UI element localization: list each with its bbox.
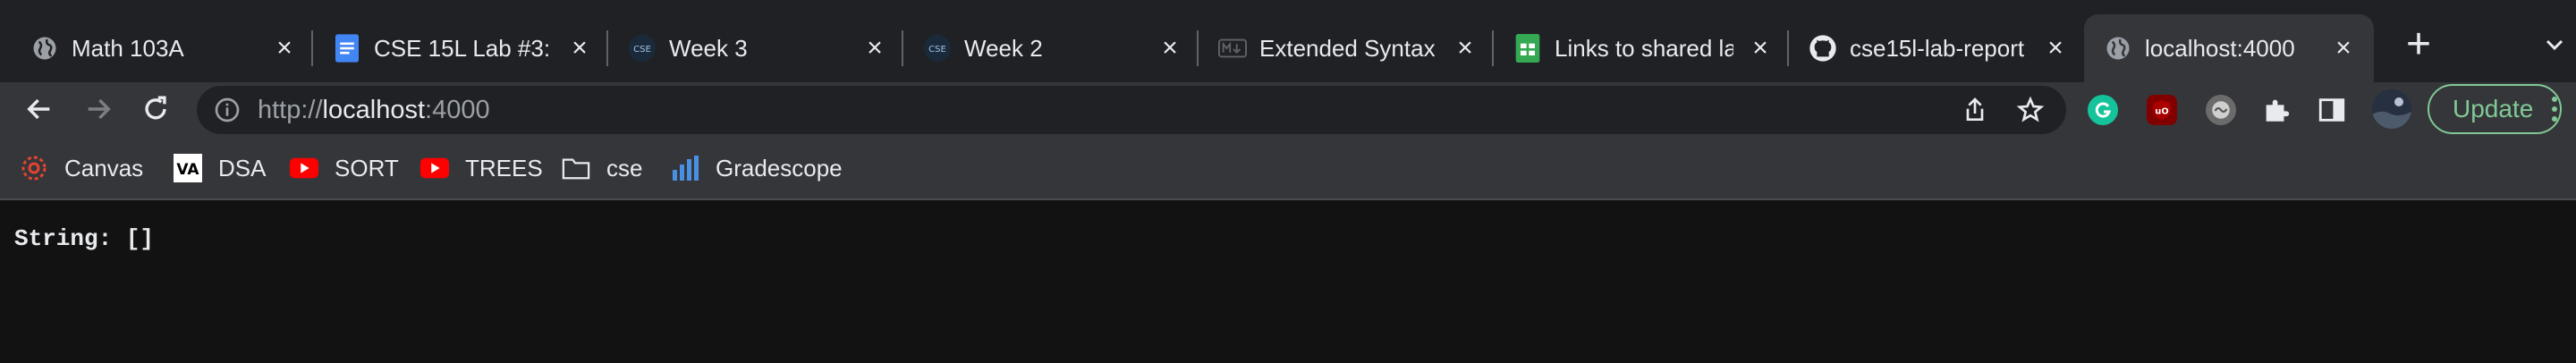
extension-icon[interactable] [2206, 95, 2236, 125]
svg-text:CSE: CSE [633, 45, 651, 55]
side-panel-icon[interactable] [2317, 95, 2347, 125]
bookmark-label: Gradescope [716, 154, 843, 182]
more-vert-icon[interactable] [2551, 95, 2558, 123]
tab-week-2[interactable]: CSE Week 2 × [903, 14, 1199, 82]
tab-title: CSE 15L Lab #3: ... [374, 35, 553, 62]
ublock-icon[interactable]: uO [2147, 95, 2177, 125]
tab-title: localhost:4000 [2145, 35, 2295, 62]
bookmark-trees[interactable]: TREES [420, 150, 543, 186]
tab-title: Math 103A [72, 35, 184, 62]
google-sheets-icon [1513, 34, 1542, 63]
canvas-icon [20, 154, 48, 182]
close-tab-icon[interactable]: × [1156, 34, 1184, 63]
svg-text:CSE: CSE [928, 45, 946, 55]
close-tab-icon[interactable]: × [860, 34, 889, 63]
bookmark-folder-cse[interactable]: cse [562, 150, 642, 186]
tab-title: cse15l-lab-report [1850, 35, 2025, 62]
tab-links-shared[interactable]: Links to shared la × [1494, 14, 1789, 82]
cse-icon: CSE [923, 34, 952, 63]
dsa-icon: VA [174, 154, 202, 182]
toolbar: http://localhost:4000 uO Update [0, 82, 2576, 136]
bookmark-label: DSA [218, 154, 267, 182]
tab-title: Week 3 [669, 35, 748, 62]
close-tab-icon[interactable]: × [565, 34, 594, 63]
chevron-down-icon[interactable] [2540, 30, 2569, 59]
gradescope-icon [671, 154, 699, 182]
folder-icon [562, 154, 590, 182]
close-tab-icon[interactable]: × [1746, 34, 1775, 63]
google-docs-icon [333, 34, 361, 63]
bookmark-label: Canvas [64, 154, 144, 182]
tab-localhost-4000[interactable]: localhost:4000 × [2084, 14, 2374, 82]
url-port: :4000 [425, 96, 490, 124]
reload-icon [145, 96, 166, 120]
page-content: String: [] [0, 200, 2576, 363]
update-button[interactable]: Update [2428, 84, 2562, 134]
bookmarks-bar: Canvas VA DSA SORT TREES cse Gradescope [0, 136, 2576, 200]
forward-button[interactable] [77, 88, 120, 131]
globe-icon [2104, 34, 2132, 63]
youtube-icon [290, 154, 318, 182]
share-icon[interactable] [1961, 96, 1989, 124]
avatar[interactable] [2372, 89, 2411, 129]
bookmark-dsa[interactable]: VA DSA [174, 150, 266, 186]
close-tab-icon[interactable]: × [2329, 34, 2358, 63]
tab-title: Extended Syntax | [1259, 35, 1444, 62]
server-output-text: String: [] [14, 225, 155, 252]
url-host: localhost [322, 96, 426, 124]
tab-extended-syntax[interactable]: Extended Syntax | × [1199, 14, 1494, 82]
github-icon [1809, 34, 1837, 63]
grammarly-icon[interactable] [2088, 95, 2118, 125]
cse-icon: CSE [628, 34, 657, 63]
arrow-left-icon [27, 98, 50, 120]
bookmark-gradescope[interactable]: Gradescope [671, 150, 843, 186]
close-tab-icon[interactable]: × [1451, 34, 1479, 63]
reload-button[interactable] [134, 88, 177, 131]
bookmark-label: SORT [335, 154, 399, 182]
svg-text:VA: VA [176, 161, 199, 179]
bookmark-label: cse [606, 154, 643, 182]
arrow-right-icon [88, 98, 111, 120]
youtube-icon [420, 154, 449, 182]
tab-title: Links to shared la [1555, 35, 1733, 62]
info-icon[interactable] [213, 96, 242, 124]
svg-text:uO: uO [2155, 106, 2168, 116]
close-tab-icon[interactable]: × [270, 34, 299, 63]
tab-cse15l-lab3[interactable]: CSE 15L Lab #3: ... × [313, 14, 608, 82]
url-text[interactable]: http://localhost:4000 [258, 86, 490, 134]
bookmark-canvas[interactable]: Canvas [20, 150, 143, 186]
globe-icon [30, 34, 59, 63]
puzzle-icon[interactable] [2261, 95, 2292, 125]
back-button[interactable] [18, 88, 61, 131]
markdown-icon [1218, 34, 1247, 63]
tab-title: Week 2 [964, 35, 1043, 62]
tab-math-103a[interactable]: Math 103A × [11, 14, 313, 82]
tab-strip: Math 103A × CSE 15L Lab #3: ... × CSE We… [0, 0, 2576, 82]
tab-cse15l-lab-report[interactable]: cse15l-lab-report × [1789, 14, 2084, 82]
bookmark-label: TREES [465, 154, 543, 182]
new-tab-button[interactable]: + [2399, 23, 2438, 66]
address-bar[interactable]: http://localhost:4000 [197, 86, 2066, 134]
tab-week-3[interactable]: CSE Week 3 × [608, 14, 903, 82]
url-scheme: http:// [258, 96, 323, 124]
bookmark-sort[interactable]: SORT [290, 150, 399, 186]
close-tab-icon[interactable]: × [2041, 34, 2070, 63]
star-icon[interactable] [2016, 96, 2045, 124]
